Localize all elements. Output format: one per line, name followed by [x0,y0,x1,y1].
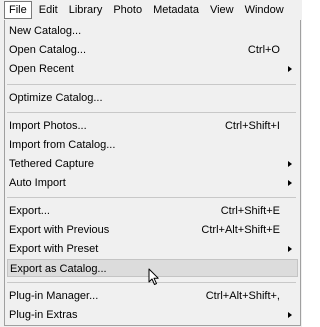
menu-item-label: Export with Previous [9,224,110,236]
chevron-right-icon [288,161,292,167]
menu-item-shortcut: Ctrl+Alt+Shift+, [205,290,280,302]
menu-item-import-photos[interactable]: Import Photos... Ctrl+Shift+I [7,117,298,135]
menu-item-plugin-manager[interactable]: Plug-in Manager... Ctrl+Alt+Shift+, [7,287,298,305]
menu-item-label: Export with Preset [9,243,99,255]
chevron-right-icon [288,66,292,72]
menu-item-label: Plug-in Manager... [9,290,99,302]
menu-metadata[interactable]: Metadata [149,2,203,18]
menu-item-export-with-previous[interactable]: Export with Previous Ctrl+Alt+Shift+E [7,221,298,239]
chevron-right-icon [288,180,292,186]
menu-item-label: Export as Catalog... [10,263,107,275]
menu-item-plugin-extras[interactable]: Plug-in Extras [7,306,298,324]
menu-window[interactable]: Window [241,2,288,18]
menu-view[interactable]: View [206,2,238,18]
menu-library[interactable]: Library [65,2,107,18]
chevron-right-icon [288,312,292,318]
menu-item-shortcut: Ctrl+Shift+E [220,205,280,217]
menu-item-open-recent[interactable]: Open Recent [7,60,298,78]
menu-item-label: Export... [9,205,50,217]
menu-item-label: New Catalog... [9,25,82,37]
menu-bar: File Edit Library Photo Metadata View Wi… [0,0,302,21]
menu-separator [7,112,296,113]
menu-item-import-from-catalog[interactable]: Import from Catalog... [7,136,298,154]
menu-item-label: Optimize Catalog... [9,92,103,104]
menu-item-shortcut: Ctrl+Shift+I [224,120,280,132]
menu-item-tethered-capture[interactable]: Tethered Capture [7,155,298,173]
menu-item-optimize-catalog[interactable]: Optimize Catalog... [7,89,298,107]
menu-item-label: Tethered Capture [9,158,94,170]
menu-item-open-catalog[interactable]: Open Catalog... Ctrl+O [7,41,298,59]
menu-item-label: Open Catalog... [9,44,87,56]
menu-item-label: Import Photos... [9,120,87,132]
mouse-pointer-icon [148,268,159,285]
menu-file[interactable]: File [4,1,32,19]
menu-item-label: Import from Catalog... [9,139,116,151]
menu-edit[interactable]: Edit [35,2,62,18]
menu-item-export-with-preset[interactable]: Export with Preset [7,240,298,258]
menu-item-new-catalog[interactable]: New Catalog... [7,22,298,40]
menu-separator [7,84,296,85]
menu-item-shortcut: Ctrl+Alt+Shift+E [201,224,280,236]
menu-item-export[interactable]: Export... Ctrl+Shift+E [7,202,298,220]
menu-item-shortcut: Ctrl+O [247,44,280,56]
menu-item-label: Open Recent [9,63,74,75]
menu-item-label: Plug-in Extras [9,309,78,321]
menu-photo[interactable]: Photo [109,2,146,18]
menu-separator [7,197,296,198]
menu-item-auto-import[interactable]: Auto Import [7,174,298,192]
chevron-right-icon [288,246,292,252]
menu-item-label: Auto Import [9,177,66,189]
